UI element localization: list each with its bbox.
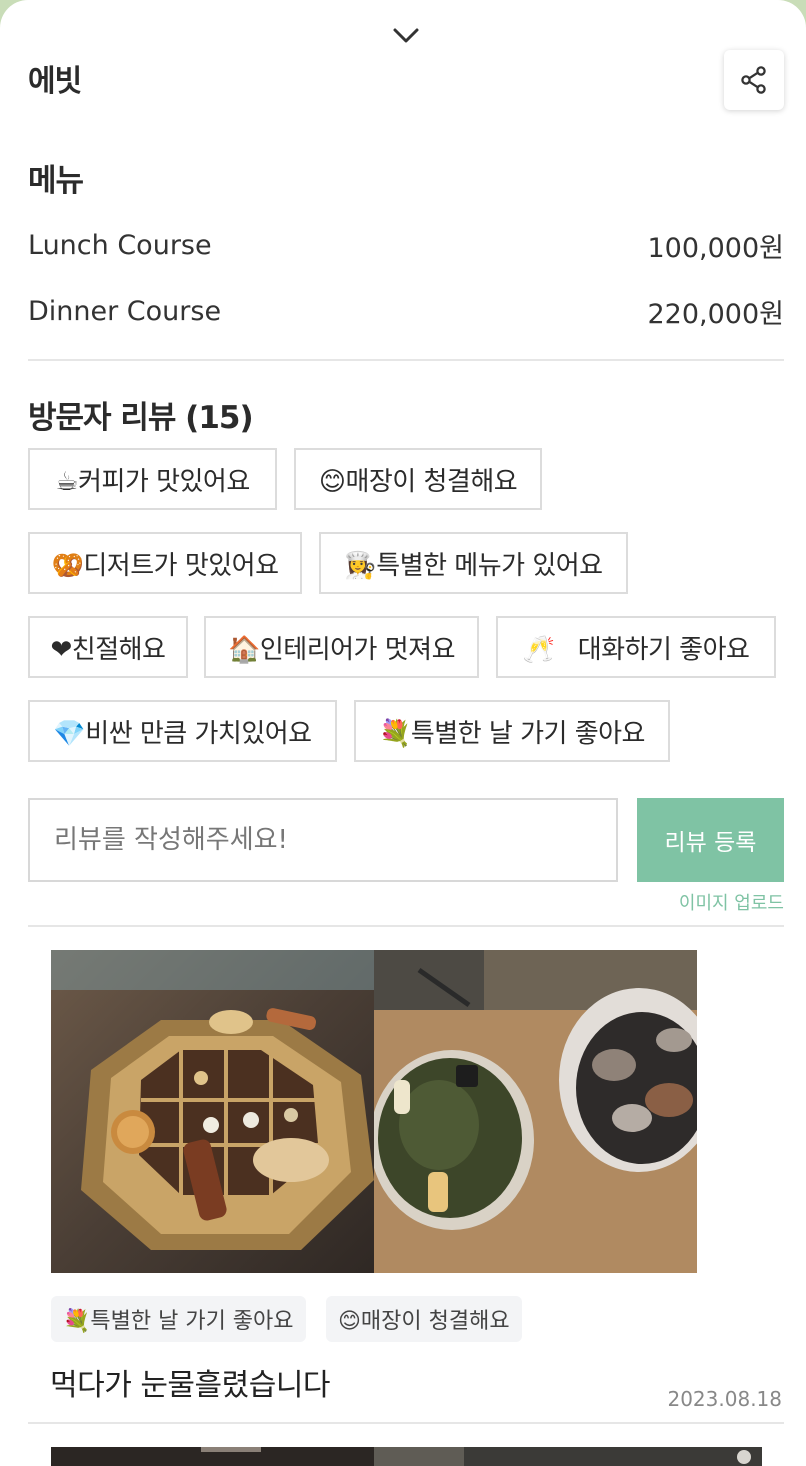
keyword-chip[interactable]: ❤친절해요 xyxy=(28,616,188,678)
divider xyxy=(28,359,784,361)
chevron-down-icon[interactable] xyxy=(391,24,421,48)
menu-heading: 메뉴 xyxy=(28,163,84,199)
menu-item-name: Dinner Course xyxy=(28,295,222,327)
reviews-heading: 방문자 리뷰 (15) xyxy=(28,400,254,436)
detail-sheet: 에빗 메뉴 Lunch Course 100,000원 Dinner Cours… xyxy=(0,0,806,1466)
review-tag: 😊매장이 청결해요 xyxy=(326,1296,522,1342)
image-upload-link[interactable]: 이미지 업로드 xyxy=(640,889,784,915)
menu-item: Dinner Course 220,000원 xyxy=(28,291,784,331)
review-date: 2023.08.18 xyxy=(667,1387,782,1411)
menu-item-price: 220,000원 xyxy=(647,298,785,330)
review-photo[interactable] xyxy=(374,950,697,1273)
keyword-chip[interactable]: 😊매장이 청결해요 xyxy=(294,448,542,510)
menu-item-name: Lunch Course xyxy=(28,229,212,261)
review-photo[interactable] xyxy=(51,950,374,1273)
share-button[interactable] xyxy=(724,50,784,110)
menu-item: Lunch Course 100,000원 xyxy=(28,225,784,265)
submit-review-button[interactable]: 리뷰 등록 xyxy=(637,798,784,882)
share-icon xyxy=(741,66,766,94)
keyword-chip[interactable]: 👩‍🍳특별한 메뉴가 있어요 xyxy=(319,532,628,594)
keyword-chip[interactable]: 🥂 대화하기 좋아요 xyxy=(496,616,776,678)
keyword-chip[interactable]: 💎비싼 만큼 가치있어요 xyxy=(28,700,337,762)
restaurant-name: 에빗 xyxy=(28,64,82,99)
review-text: 먹다가 눈물흘렸습니다 xyxy=(50,1368,331,1403)
review-photo[interactable] xyxy=(374,1447,762,1466)
keyword-chip[interactable]: 💐특별한 날 가기 좋아요 xyxy=(354,700,670,762)
keyword-chip[interactable]: 🏠인테리어가 멋져요 xyxy=(204,616,479,678)
divider xyxy=(28,925,784,927)
menu-item-price: 100,000원 xyxy=(647,232,785,264)
review-photo[interactable] xyxy=(51,1447,374,1466)
review-input[interactable] xyxy=(28,798,618,882)
divider xyxy=(28,1422,784,1424)
review-tag: 💐특별한 날 가기 좋아요 xyxy=(51,1296,306,1342)
keyword-chip[interactable]: ☕커피가 맛있어요 xyxy=(28,448,277,510)
keyword-chip[interactable]: 🥨디저트가 맛있어요 xyxy=(28,532,302,594)
